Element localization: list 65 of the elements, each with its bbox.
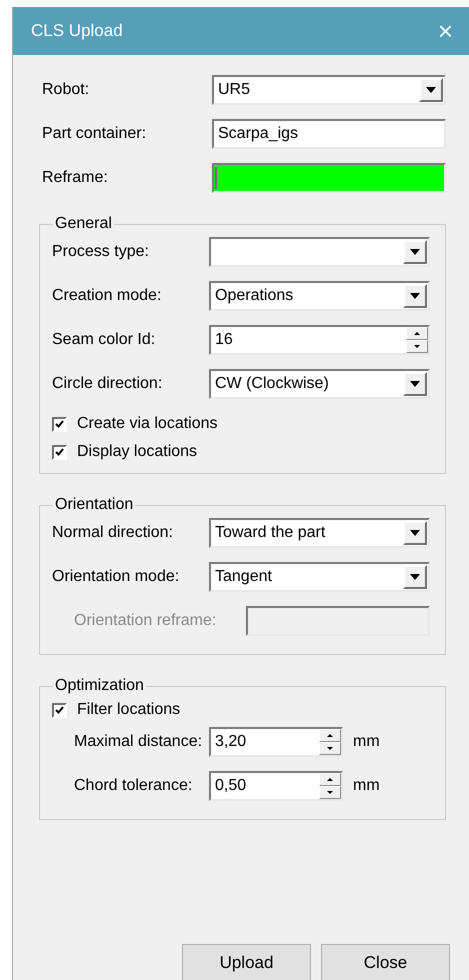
checkbox-label: Display locations — [77, 443, 198, 461]
spin-down-button[interactable] — [319, 742, 341, 755]
field-label: Creation mode: — [52, 287, 162, 305]
dropdown-arrow-icon — [410, 249, 420, 255]
field-label: Reframe: — [42, 169, 109, 187]
dialog-button[interactable]: Close — [321, 944, 450, 980]
up-arrow-icon — [327, 778, 333, 781]
dropdown[interactable]: Operations — [209, 281, 430, 311]
down-arrow-icon — [414, 345, 420, 348]
dropdown[interactable]: Toward the part — [209, 518, 430, 548]
unit-label: mm — [353, 733, 380, 751]
field-label: Orientation mode: — [52, 568, 180, 586]
dropdown-button[interactable] — [419, 78, 443, 102]
checkbox[interactable] — [52, 416, 67, 432]
dropdown-button[interactable] — [403, 565, 427, 589]
field-label: Part container: — [42, 125, 148, 143]
dropdown-arrow-icon — [410, 530, 420, 536]
text-field[interactable]: Scarpa_igs — [212, 119, 446, 149]
unit-label: mm — [353, 777, 380, 795]
up-arrow-icon — [327, 734, 333, 737]
spin-field[interactable]: 0,50 — [209, 771, 343, 801]
group-title: General — [54, 215, 113, 233]
group-title: Optimization — [54, 677, 145, 695]
spin-field[interactable]: 16 — [209, 325, 430, 355]
window-title: CLS Upload — [31, 21, 123, 41]
dropdown-arrow-icon — [410, 574, 420, 580]
down-arrow-icon — [327, 747, 333, 750]
color-field[interactable] — [212, 163, 446, 193]
check-icon — [55, 448, 64, 456]
spin-up-button[interactable] — [319, 773, 341, 786]
spin-up-button[interactable] — [406, 327, 428, 340]
dropdown[interactable]: UR5 — [212, 75, 446, 105]
check-icon — [55, 706, 64, 714]
spin-up-button[interactable] — [319, 729, 341, 742]
field-label: Robot: — [42, 81, 90, 99]
dropdown[interactable]: Tangent — [209, 562, 430, 592]
field-label: Normal direction: — [52, 524, 174, 542]
dropdown-arrow-icon — [426, 87, 436, 93]
spin-down-button[interactable] — [319, 786, 341, 799]
up-arrow-icon — [414, 332, 420, 335]
spin-down-button[interactable] — [406, 340, 428, 353]
dialog-button[interactable]: Upload — [182, 944, 311, 980]
dropdown-button[interactable] — [403, 521, 427, 545]
dropdown-button[interactable] — [403, 284, 427, 308]
dropdown-button[interactable] — [403, 372, 427, 396]
dropdown[interactable] — [209, 237, 430, 267]
field-label: Orientation reframe: — [73, 612, 216, 630]
dropdown-button[interactable] — [403, 240, 427, 264]
checkbox[interactable] — [52, 444, 67, 460]
dropdown-arrow-icon — [410, 293, 420, 299]
field-label: Maximal distance: — [73, 733, 204, 751]
checkbox[interactable] — [52, 702, 67, 718]
field-label: Chord tolerance: — [73, 777, 194, 795]
checkbox-label: Create via locations — [77, 415, 218, 433]
field-label: Seam color Id: — [52, 331, 156, 349]
field-label: Process type: — [52, 243, 150, 261]
check-icon — [55, 420, 64, 428]
text-cursor — [215, 167, 217, 189]
checkbox-label: Filter locations — [77, 701, 180, 719]
dropdown-arrow-icon — [410, 381, 420, 387]
field-label: Circle direction: — [52, 375, 164, 393]
down-arrow-icon — [327, 791, 333, 794]
group-title: Orientation — [54, 496, 134, 514]
dropdown[interactable]: CW (Clockwise) — [209, 369, 430, 399]
spin-field[interactable]: 3,20 — [209, 727, 343, 757]
